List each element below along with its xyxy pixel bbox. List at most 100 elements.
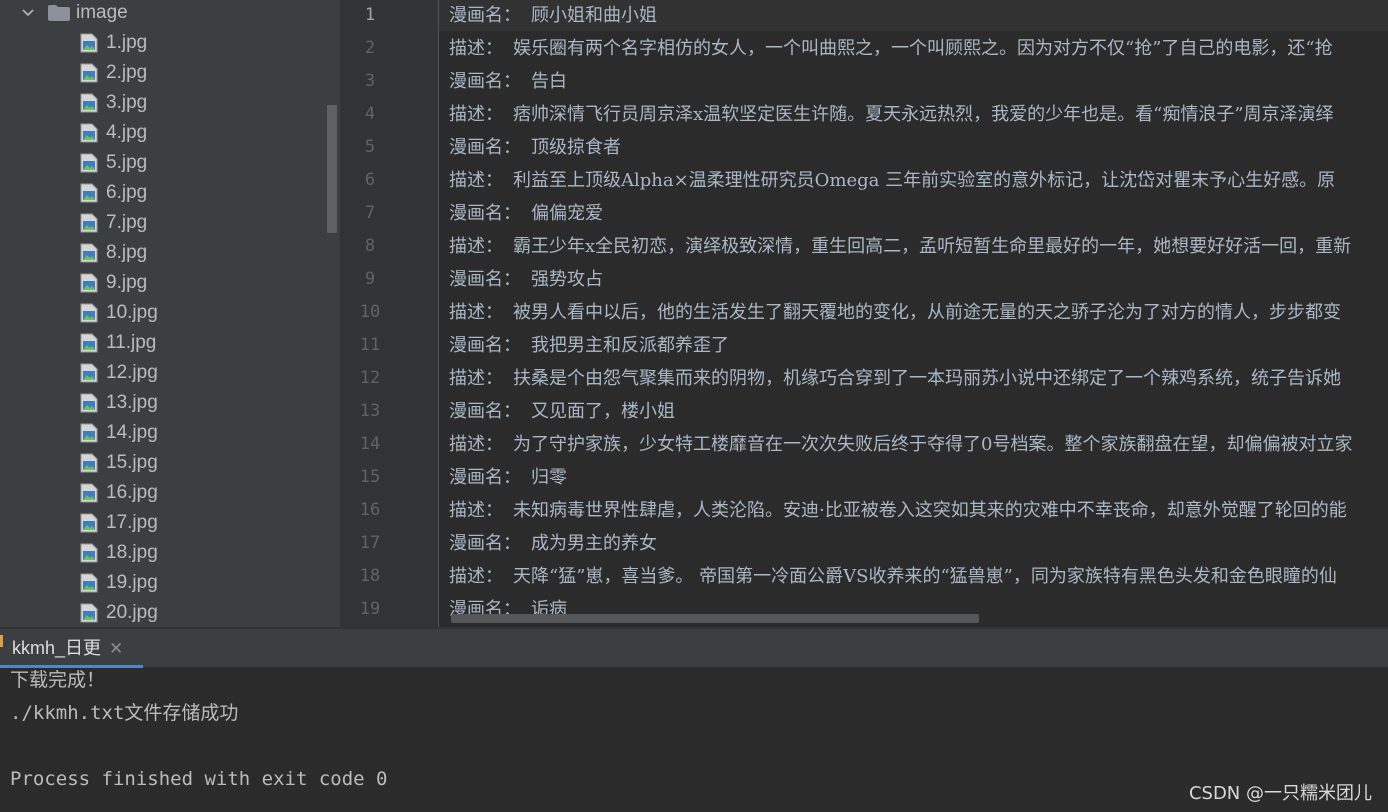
code-line: 漫画名： 强势攻占 <box>449 263 603 296</box>
code-line-text: 利益至上顶级Alpha×温柔理性研究员Omega 三年前实验室的意外标记，让沈岱… <box>513 170 1336 191</box>
tree-file-item[interactable]: 1.jpg <box>80 28 147 58</box>
code-line-text: 娱乐圈有两个名字相仿的女人，一个叫曲熙之，一个叫顾熙之。因为对方不仅“抢”了自己… <box>513 38 1333 59</box>
tree-file-label: 20.jpg <box>106 602 158 623</box>
tree-file-item[interactable]: 14.jpg <box>80 418 158 448</box>
image-file-icon <box>80 573 98 593</box>
tree-file-item[interactable]: 3.jpg <box>80 88 147 118</box>
line-number: 3 <box>364 71 376 91</box>
run-tab[interactable]: kkmh_日更 ✕ <box>0 629 143 668</box>
code-line-label: 描述： <box>449 368 503 389</box>
tree-file-label: 11.jpg <box>106 332 157 353</box>
tree-file-label: 17.jpg <box>106 512 158 533</box>
close-icon[interactable]: ✕ <box>109 630 123 668</box>
code-line-text: 痞帅深情飞行员周京泽x温软坚定医生许随。夏天永远热烈，我爱的少年也是。看“痴情浪… <box>513 104 1334 125</box>
tree-file-item[interactable]: 18.jpg <box>80 538 158 568</box>
image-file-icon <box>80 483 98 503</box>
tree-file-item[interactable]: 15.jpg <box>80 448 158 478</box>
code-line-text: 归零 <box>531 467 567 488</box>
code-line-label: 漫画名： <box>449 71 521 92</box>
image-file-icon <box>80 453 98 473</box>
tree-file-label: 5.jpg <box>106 152 148 173</box>
code-line: 描述： 扶桑是个由怨气聚集而来的阴物，机缘巧合穿到了一本玛丽苏小说中还绑定了一个辣… <box>449 362 1341 395</box>
tree-file-item[interactable]: 2.jpg <box>80 58 147 88</box>
code-line-label: 漫画名： <box>449 467 521 488</box>
console-line: Process finished with exit code 0 <box>10 768 388 790</box>
code-line: 漫画名： 偏偏宠爱 <box>449 197 603 230</box>
image-file-icon <box>80 513 98 533</box>
tree-file-item[interactable]: 8.jpg <box>80 238 147 268</box>
code-line: 漫画名： 又见面了，楼小姐 <box>449 395 675 428</box>
console-line: ./kkmh.txt文件存储成功 <box>10 702 239 724</box>
line-number: 17 <box>359 533 381 553</box>
chevron-down-icon[interactable] <box>22 7 34 19</box>
line-number: 5 <box>364 137 376 157</box>
image-file-icon <box>80 153 98 173</box>
tree-file-label: 18.jpg <box>106 542 158 563</box>
code-line-text: 被男人看中以后，他的生活发生了翻天覆地的变化，从前途无量的天之骄子沦为了对方的情… <box>513 302 1341 323</box>
image-file-icon <box>80 603 98 623</box>
image-file-icon <box>80 423 98 443</box>
code-line-label: 描述： <box>449 170 503 191</box>
code-line-label: 漫画名： <box>449 401 521 422</box>
ide-window: image 1.jpg 2.jpg 3.jpg 4.jpg 5.jpg 6.jpg 7.jp… <box>0 0 1388 812</box>
line-number: 13 <box>359 401 381 421</box>
tree-file-label: 4.jpg <box>106 122 148 143</box>
code-line-text: 扶桑是个由怨气聚集而来的阴物，机缘巧合穿到了一本玛丽苏小说中还绑定了一个辣鸡系统… <box>513 368 1341 389</box>
code-editor[interactable]: 漫画名： 顾小姐和曲小姐描述： 娱乐圈有两个名字相仿的女人，一个叫曲熙之，一个叫顾熙… <box>439 0 1388 627</box>
image-file-icon <box>80 393 98 413</box>
tree-file-item[interactable]: 9.jpg <box>80 268 147 298</box>
tree-file-item[interactable]: 13.jpg <box>80 388 158 418</box>
code-line: 漫画名： 顶级掠食者 <box>449 131 621 164</box>
tree-file-item[interactable]: 17.jpg <box>80 508 158 538</box>
tree-file-label: 16.jpg <box>106 482 158 503</box>
tree-file-label: 12.jpg <box>106 362 158 383</box>
project-tree: image 1.jpg 2.jpg 3.jpg 4.jpg 5.jpg 6.jpg 7.jp… <box>0 0 340 627</box>
tree-file-item[interactable]: 12.jpg <box>80 358 158 388</box>
tree-file-item[interactable]: 4.jpg <box>80 118 147 148</box>
tree-file-label: 7.jpg <box>106 212 148 233</box>
tree-file-label: 6.jpg <box>106 182 148 203</box>
tree-file-item[interactable]: 16.jpg <box>80 478 158 508</box>
code-line: 描述： 痞帅深情飞行员周京泽x温软坚定医生许随。夏天永远热烈，我爱的少年也是。看“… <box>449 98 1334 131</box>
image-file-icon <box>80 183 98 203</box>
code-line-text: 顶级掠食者 <box>531 137 621 158</box>
tree-file-label: 15.jpg <box>106 452 158 473</box>
tree-file-label: 8.jpg <box>106 242 148 263</box>
run-config-marker <box>0 635 3 647</box>
tree-folder-image[interactable]: image <box>22 0 128 28</box>
line-number: 19 <box>359 599 381 619</box>
tree-file-item[interactable]: 19.jpg <box>80 568 158 598</box>
tree-file-item[interactable]: 20.jpg <box>80 598 158 627</box>
code-line-label: 漫画名： <box>449 5 521 26</box>
tree-file-item[interactable]: 6.jpg <box>80 178 147 208</box>
code-line-label: 漫画名： <box>449 269 521 290</box>
code-line: 漫画名： 我把男主和反派都养歪了 <box>449 329 729 362</box>
tree-file-item[interactable]: 5.jpg <box>80 148 147 178</box>
tree-file-label: 9.jpg <box>106 272 148 293</box>
line-number: 10 <box>359 302 381 322</box>
code-line: 漫画名： 顾小姐和曲小姐 <box>449 0 657 32</box>
image-file-icon <box>80 303 98 323</box>
run-console[interactable]: 下载完成！ ./kkmh.txt文件存储成功 Process finished wi… <box>0 668 1388 812</box>
console-line: 下载完成！ <box>10 669 106 691</box>
tree-file-label: 13.jpg <box>106 392 158 413</box>
tree-file-label: 19.jpg <box>106 572 158 593</box>
code-line: 漫画名： 成为男主的养女 <box>449 527 657 560</box>
image-file-icon <box>80 243 98 263</box>
line-number: 12 <box>359 368 381 388</box>
tree-file-label: 3.jpg <box>106 92 148 113</box>
tree-file-item[interactable]: 10.jpg <box>80 298 158 328</box>
tree-scrollbar[interactable] <box>327 105 337 233</box>
code-line: 漫画名： 告白 <box>449 65 567 98</box>
code-line: 描述： 为了守护家族，少女特工楼靡音在一次次失败后终于夺得了0号档案。整个家族翻盘… <box>449 428 1352 461</box>
image-file-icon <box>80 333 98 353</box>
horizontal-scrollbar[interactable] <box>451 614 979 623</box>
line-number: 6 <box>364 170 376 190</box>
code-line-label: 描述： <box>449 302 503 323</box>
image-file-icon <box>80 213 98 233</box>
tree-file-item[interactable]: 11.jpg <box>80 328 156 358</box>
tree-file-item[interactable]: 7.jpg <box>80 208 147 238</box>
line-number: 4 <box>364 104 376 124</box>
code-line-label: 漫画名： <box>449 335 521 356</box>
code-line-label: 漫画名： <box>449 533 521 554</box>
